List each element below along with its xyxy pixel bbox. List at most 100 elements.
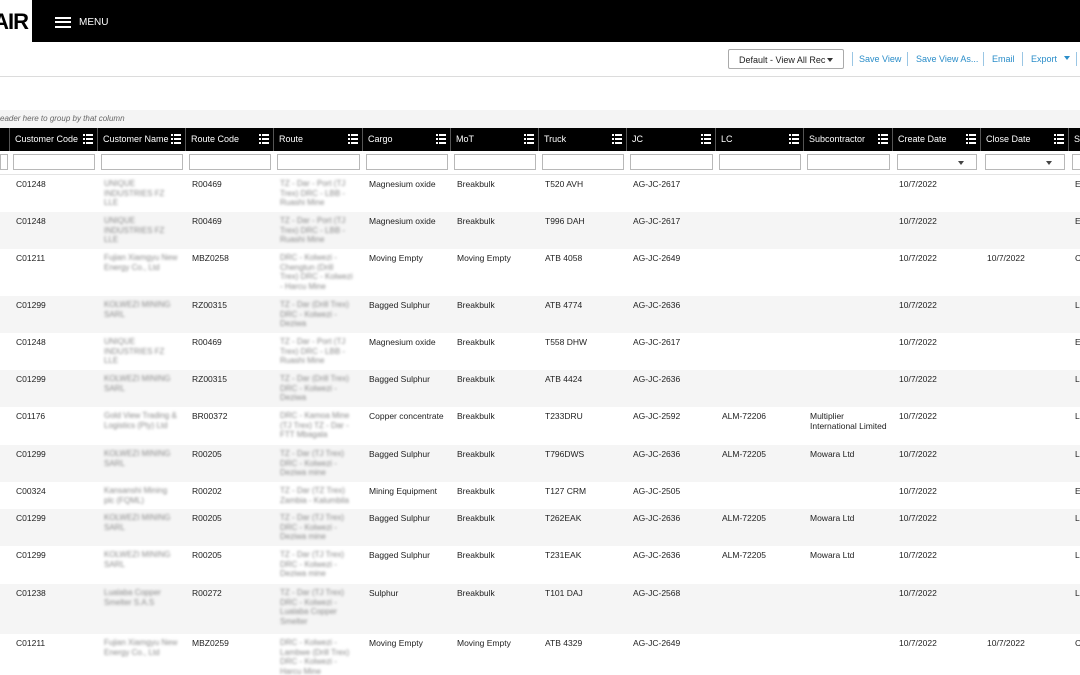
cell-route-code: MBZ0258 — [192, 253, 229, 263]
filter-input-truck[interactable] — [542, 154, 624, 170]
column-header-label: Cargo — [368, 134, 393, 144]
cell-cargo: Bagged Sulphur — [369, 300, 430, 310]
column-header-cargo[interactable]: Cargo — [363, 128, 451, 151]
table-row[interactable]: C01238 Lualaba Copper Smelter S.A.S R00272… — [0, 584, 1080, 634]
column-header-jc[interactable]: JC — [627, 128, 716, 151]
cell-status: C — [1075, 638, 1080, 648]
column-header-col-select[interactable] — [0, 128, 10, 151]
filter-input-route-code[interactable] — [189, 154, 271, 170]
cell-jc: AG-JC-2617 — [633, 337, 681, 347]
email-button[interactable]: Email — [992, 54, 1015, 64]
cell-route: TZ - Dar (TZ Trex) Zambia - Kalumbila — [280, 486, 349, 505]
table-row[interactable]: C01248 UNIQUE INDUSTRIES FZ LLE R00469 TZ -… — [0, 333, 1080, 370]
filter-input-subcontractor[interactable] — [807, 154, 890, 170]
table-row[interactable]: C01211 Fujian Xiamgyu New Energy Co., Ltd… — [0, 249, 1080, 296]
cell-close-date: 10/7/2022 — [987, 253, 1025, 263]
cell-jc: AG-JC-2649 — [633, 638, 681, 648]
save-view-as-button[interactable]: Save View As... — [916, 54, 978, 64]
export-button[interactable]: Export — [1031, 54, 1057, 64]
toolbar-divider — [1076, 52, 1077, 66]
filter-input-cargo[interactable] — [366, 154, 448, 170]
table-row[interactable]: C01211 Fujian Xiamgyu New Energy Co., Ltd… — [0, 634, 1080, 675]
filter-input-lc[interactable] — [719, 154, 801, 170]
cell-route-code: BR00372 — [192, 411, 228, 421]
cell-customer-name: Lualaba Copper Smelter S.A.S — [104, 588, 161, 607]
cell-mot: Moving Empty — [457, 638, 511, 648]
table-row[interactable]: C01299 KOLWEZI MINING SARL R00205 TZ - Dar … — [0, 445, 1080, 482]
column-header-route-code[interactable]: Route Code — [186, 128, 274, 151]
column-menu-icon[interactable] — [789, 134, 799, 144]
cell-truck: T233DRU — [545, 411, 583, 421]
column-menu-icon[interactable] — [436, 134, 446, 144]
cell-route-code: R00205 — [192, 513, 222, 523]
chevron-down-icon[interactable] — [1064, 56, 1070, 60]
cell-mot: Breakbulk — [457, 216, 495, 226]
cell-route-code: R00202 — [192, 486, 222, 496]
filter-input-route[interactable] — [277, 154, 360, 170]
column-menu-icon[interactable] — [171, 134, 181, 144]
filter-input-status[interactable] — [1072, 154, 1080, 170]
column-menu-icon[interactable] — [524, 134, 534, 144]
menu-button[interactable]: MENU — [55, 12, 108, 32]
column-header-customer-name[interactable]: Customer Name — [98, 128, 186, 151]
table-row[interactable]: C01176 Gold View Trading & Logistics (Pty… — [0, 407, 1080, 445]
column-header-close-date[interactable]: Close Date — [981, 128, 1069, 151]
column-header-label: Route Code — [191, 134, 240, 144]
column-menu-icon[interactable] — [259, 134, 269, 144]
cell-customer-code: C01248 — [16, 216, 46, 226]
cell-create-date: 10/7/2022 — [899, 337, 937, 347]
logo[interactable]: AIR — [0, 0, 32, 42]
filter-input-col-select[interactable] — [0, 154, 8, 170]
column-menu-icon[interactable] — [83, 134, 93, 144]
view-select[interactable]: Default - View All Rec — [728, 49, 844, 69]
column-menu-icon[interactable] — [1054, 134, 1064, 144]
table-row[interactable]: C01248 UNIQUE INDUSTRIES FZ LLE R00469 TZ -… — [0, 212, 1080, 249]
filter-input-customer-name[interactable] — [101, 154, 183, 170]
cell-create-date: 10/7/2022 — [899, 374, 937, 384]
cell-subcontractor: Mowara Ltd — [810, 550, 855, 560]
group-by-panel[interactable]: eader here to group by that column — [0, 110, 1080, 128]
table-row[interactable]: C01299 KOLWEZI MINING SARL RZ00315 TZ - Dar… — [0, 296, 1080, 333]
toolbar-divider — [907, 52, 908, 66]
table-row[interactable]: C00324 Kansanshi Mining plc (FQML) R00202 T… — [0, 482, 1080, 509]
cell-create-date: 10/7/2022 — [899, 588, 937, 598]
cell-status: L — [1075, 411, 1080, 421]
table-row[interactable]: C01299 KOLWEZI MINING SARL RZ00315 TZ - Dar… — [0, 370, 1080, 407]
column-header-lc[interactable]: LC — [716, 128, 804, 151]
cell-create-date: 10/7/2022 — [899, 253, 937, 263]
filter-dropdown-create-date[interactable] — [897, 154, 977, 170]
table-row[interactable]: C01299 KOLWEZI MINING SARL R00205 TZ - Dar … — [0, 509, 1080, 546]
filter-dropdown-close-date[interactable] — [985, 154, 1065, 170]
column-menu-icon[interactable] — [878, 134, 888, 144]
table-row[interactable]: C01299 KOLWEZI MINING SARL R00205 TZ - Dar … — [0, 546, 1080, 584]
column-menu-icon[interactable] — [612, 134, 622, 144]
column-menu-icon[interactable] — [348, 134, 358, 144]
column-header-truck[interactable]: Truck — [539, 128, 627, 151]
column-menu-icon[interactable] — [701, 134, 711, 144]
cell-mot: Breakbulk — [457, 486, 495, 496]
table-row[interactable]: C01248 UNIQUE INDUSTRIES FZ LLE R00469 TZ -… — [0, 175, 1080, 212]
filter-input-mot[interactable] — [454, 154, 536, 170]
column-header-status[interactable]: S — [1069, 128, 1080, 151]
column-menu-icon[interactable] — [966, 134, 976, 144]
filter-input-jc[interactable] — [630, 154, 713, 170]
cell-create-date: 10/7/2022 — [899, 216, 937, 226]
grid-body: C01248 UNIQUE INDUSTRIES FZ LLE R00469 TZ -… — [0, 175, 1080, 675]
filter-input-customer-code[interactable] — [13, 154, 95, 170]
cell-customer-name: KOLWEZI MINING SARL — [104, 550, 171, 569]
column-header-customer-code[interactable]: Customer Code — [10, 128, 98, 151]
toolbar-divider — [1022, 52, 1023, 66]
cell-create-date: 10/7/2022 — [899, 449, 937, 459]
cell-truck: T101 DAJ — [545, 588, 583, 598]
cell-customer-code: C01211 — [16, 638, 46, 648]
column-header-mot[interactable]: MoT — [451, 128, 539, 151]
save-view-button[interactable]: Save View — [859, 54, 901, 64]
hamburger-icon — [55, 16, 71, 28]
cell-cargo: Bagged Sulphur — [369, 449, 430, 459]
column-header-create-date[interactable]: Create Date — [893, 128, 981, 151]
cell-jc: AG-JC-2617 — [633, 216, 681, 226]
column-header-subcontractor[interactable]: Subcontractor — [804, 128, 893, 151]
cell-route-code: R00205 — [192, 550, 222, 560]
cell-jc: AG-JC-2649 — [633, 253, 681, 263]
column-header-route[interactable]: Route — [274, 128, 363, 151]
